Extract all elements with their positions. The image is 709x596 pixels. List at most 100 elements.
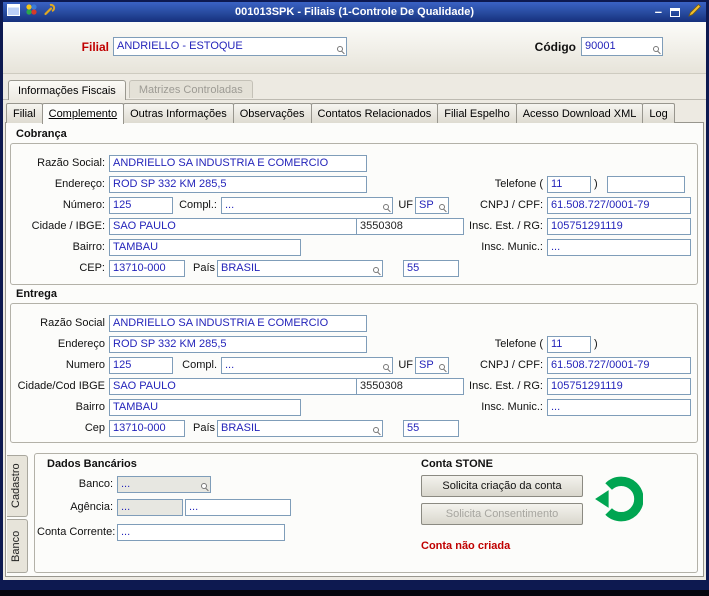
cep-field[interactable]: 13710-000 xyxy=(109,260,185,277)
cobranca-title: Cobrança xyxy=(16,128,67,140)
insc-munic-field[interactable]: ... xyxy=(547,239,691,256)
cobranca-groupbox: Razão Social: ANDRIELLO SA INDUSTRIA E C… xyxy=(10,143,698,285)
lookup-icon[interactable] xyxy=(337,46,345,54)
lookup-icon[interactable] xyxy=(383,364,391,372)
filial-field[interactable]: ANDRIELLO - ESTOQUE xyxy=(113,37,347,56)
cidade-value: SAO PAULO xyxy=(113,380,176,392)
endereco-value: ROD SP 332 KM 285,5 xyxy=(113,338,227,350)
entrega-groupbox: Razão Social ANDRIELLO SA INDUSTRIA E CO… xyxy=(10,303,698,443)
ddd-field[interactable]: 11 xyxy=(547,176,591,193)
uf-field[interactable]: SP xyxy=(415,197,449,214)
razao-social-field[interactable]: ANDRIELLO SA INDUSTRIA E COMERCIO xyxy=(109,315,367,332)
tab-observacoes[interactable]: Observações xyxy=(232,103,312,123)
primary-tab-strip: Informações Fiscais Matrizes Controladas xyxy=(3,78,706,100)
conta-stone-title: Conta STONE xyxy=(421,458,493,470)
codigo-field[interactable]: 90001 xyxy=(581,37,663,56)
ddi-field[interactable]: 55 xyxy=(403,260,459,277)
agencia-value: ... xyxy=(121,501,131,513)
insc-est-field[interactable]: 105751291119 xyxy=(547,218,691,235)
endereco-value: ROD SP 332 KM 285,5 xyxy=(113,178,227,190)
cidade-ibge-label: Cidade / IBGE: xyxy=(31,220,105,232)
tab-content-panel: Cobrança Razão Social: ANDRIELLO SA INDU… xyxy=(5,122,704,577)
logo-icon[interactable] xyxy=(25,3,38,21)
numero-label: Numero xyxy=(65,359,105,371)
agencia-field[interactable]: ... xyxy=(117,499,183,516)
edit-pencil-icon[interactable] xyxy=(688,3,702,22)
tab-outras-informacoes[interactable]: Outras Informações xyxy=(123,103,234,123)
insc-munic-value: ... xyxy=(551,241,561,253)
conta-corrente-label: Conta Corrente: xyxy=(37,526,116,538)
cidade-field[interactable]: SAO PAULO xyxy=(109,378,357,395)
bairro-field[interactable]: TAMBAU xyxy=(109,399,301,416)
titlebar[interactable]: 001013SPK - Filiais (1-Controle De Quali… xyxy=(3,2,706,22)
razao-social-label: Razão Social xyxy=(40,317,105,329)
tab-filial-espelho[interactable]: Filial Espelho xyxy=(437,103,517,123)
numero-field[interactable]: 125 xyxy=(109,197,173,214)
ddi-field[interactable]: 55 xyxy=(403,420,459,437)
vertical-tab-cadastro[interactable]: Cadastro xyxy=(7,455,28,517)
vertical-tab-banco[interactable]: Banco xyxy=(7,519,28,573)
cnpj-field[interactable]: 61.508.727/0001-79 xyxy=(547,197,691,214)
compl-field[interactable]: ... xyxy=(221,357,393,374)
solicita-criacao-conta-button[interactable]: Solicita criação da conta xyxy=(421,475,583,497)
solicita-consentimento-button: Solicita Consentimento xyxy=(421,503,583,525)
cnpj-field[interactable]: 61.508.727/0001-79 xyxy=(547,357,691,374)
lookup-icon[interactable] xyxy=(373,427,381,435)
tab-filial[interactable]: Filial xyxy=(6,103,43,123)
pais-value: BRASIL xyxy=(221,262,261,274)
cep-value: 13710-000 xyxy=(113,422,166,434)
pais-value: BRASIL xyxy=(221,422,261,434)
numero-label: Número: xyxy=(62,199,105,211)
tab-log[interactable]: Log xyxy=(642,103,675,123)
banco-label: Banco: xyxy=(78,478,113,490)
endereco-field[interactable]: ROD SP 332 KM 285,5 xyxy=(109,336,367,353)
endereco-label: Endereço: xyxy=(54,178,105,190)
lookup-icon[interactable] xyxy=(439,204,447,212)
insc-est-value: 105751291119 xyxy=(551,380,623,392)
cidade-field[interactable]: SAO PAULO xyxy=(109,218,357,235)
ddd-value: 11 xyxy=(551,178,563,190)
entrega-title: Entrega xyxy=(16,288,57,300)
tab-complemento[interactable]: Complemento xyxy=(41,103,125,124)
agencia-nome-field[interactable]: ... xyxy=(185,499,291,516)
numero-field[interactable]: 125 xyxy=(109,357,173,374)
telefone-field[interactable] xyxy=(607,176,685,193)
tab-contatos-relacionados[interactable]: Contatos Relacionados xyxy=(310,103,439,123)
minimize-button[interactable]: – xyxy=(655,5,662,18)
uf-field[interactable]: SP xyxy=(415,357,449,374)
lookup-icon[interactable] xyxy=(383,204,391,212)
lookup-icon[interactable] xyxy=(653,46,661,54)
cep-field[interactable]: 13710-000 xyxy=(109,420,185,437)
cidade-value: SAO PAULO xyxy=(113,220,176,232)
cnpj-value: 61.508.727/0001-79 xyxy=(551,199,650,211)
compl-label: Compl.: xyxy=(179,199,217,211)
codigo-value: 90001 xyxy=(585,40,616,52)
bairro-field[interactable]: TAMBAU xyxy=(109,239,301,256)
cep-value: 13710-000 xyxy=(113,262,166,274)
ddd-value: 11 xyxy=(551,338,563,350)
tab-informacoes-fiscais[interactable]: Informações Fiscais xyxy=(8,80,126,100)
banco-field[interactable]: ... xyxy=(117,476,211,493)
endereco-field[interactable]: ROD SP 332 KM 285,5 xyxy=(109,176,367,193)
uf-value: SP xyxy=(419,359,434,371)
insc-est-field[interactable]: 105751291119 xyxy=(547,378,691,395)
lookup-icon[interactable] xyxy=(201,483,209,491)
conta-corrente-field[interactable]: ... xyxy=(117,524,285,541)
pais-field[interactable]: BRASIL xyxy=(217,420,383,437)
agencia-nome-value: ... xyxy=(189,501,199,513)
lookup-icon[interactable] xyxy=(439,364,447,372)
app-icon[interactable] xyxy=(7,3,20,21)
filial-value: ANDRIELLO - ESTOQUE xyxy=(117,40,243,52)
maximize-button[interactable] xyxy=(670,7,680,17)
pais-field[interactable]: BRASIL xyxy=(217,260,383,277)
ibge-value: 3550308 xyxy=(360,220,403,232)
lookup-icon[interactable] xyxy=(373,267,381,275)
tab-acesso-download-xml[interactable]: Acesso Download XML xyxy=(515,103,644,123)
secondary-tab-strip: Filial Complemento Outras Informações Ob… xyxy=(3,101,706,124)
insc-munic-field[interactable]: ... xyxy=(547,399,691,416)
ddd-field[interactable]: 11 xyxy=(547,336,591,353)
razao-social-field[interactable]: ANDRIELLO SA INDUSTRIA E COMERCIO xyxy=(109,155,367,172)
cidade-ibge-label: Cidade/Cod IBGE xyxy=(17,380,105,392)
compl-field[interactable]: ... xyxy=(221,197,393,214)
wrench-icon[interactable] xyxy=(43,3,56,21)
